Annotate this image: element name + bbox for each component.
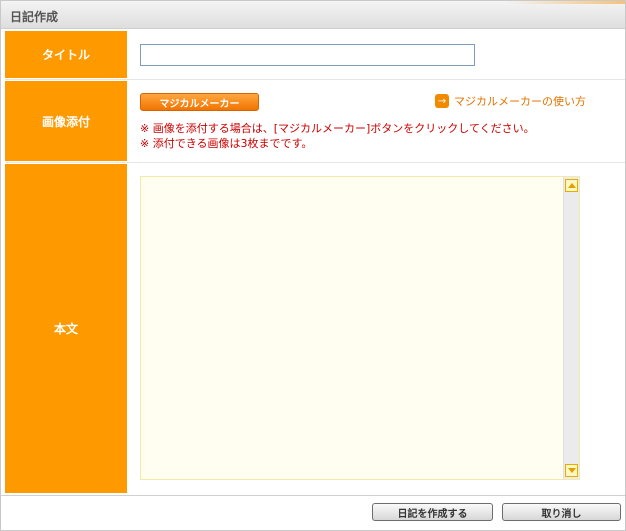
title-row: タイトル — [5, 31, 625, 78]
scroll-up-icon[interactable] — [565, 179, 578, 192]
scroll-down-icon[interactable] — [565, 464, 578, 477]
howto-link-text: マジカルメーカーの使い方 — [454, 95, 586, 108]
window-title: 日記作成 — [10, 10, 59, 24]
image-attach-content: マジカルメーカー → マジカルメーカーの使い方 ※ 画像を添付する場合は、[マジ… — [129, 81, 625, 161]
create-diary-button[interactable]: 日記を作成する — [372, 503, 493, 521]
diary-create-window: 日記作成 タイトル 画像添付 マジカルメーカー → マジカルメーカーの使い方 ※… — [0, 0, 626, 531]
textarea-scrollbar[interactable] — [563, 177, 579, 479]
titlebar-accent — [505, 1, 625, 4]
attach-note-1: ※ 画像を添付する場合は、[マジカルメーカー]ボタンをクリックしてください。 — [140, 122, 535, 135]
arrow-right-icon: → — [435, 94, 449, 108]
body-label: 本文 — [5, 164, 127, 493]
image-attach-label: 画像添付 — [5, 81, 127, 161]
row-divider — [5, 162, 625, 163]
magical-maker-howto-link[interactable]: → マジカルメーカーの使い方 — [435, 93, 586, 109]
title-content — [129, 31, 625, 78]
body-content — [129, 164, 625, 493]
form-footer: 日記を作成する 取り消し — [1, 495, 625, 530]
title-input[interactable] — [140, 44, 475, 66]
magical-maker-button[interactable]: マジカルメーカー — [140, 93, 259, 111]
image-attach-row: 画像添付 マジカルメーカー → マジカルメーカーの使い方 ※ 画像を添付する場合… — [5, 81, 625, 161]
row-divider — [5, 79, 625, 80]
body-textarea[interactable] — [140, 176, 580, 480]
body-row: 本文 — [5, 164, 625, 493]
cancel-button[interactable]: 取り消し — [502, 503, 621, 521]
title-label: タイトル — [5, 31, 127, 78]
attach-note-2: ※ 添付できる画像は3枚までです。 — [140, 137, 313, 150]
window-titlebar: 日記作成 — [1, 1, 625, 29]
